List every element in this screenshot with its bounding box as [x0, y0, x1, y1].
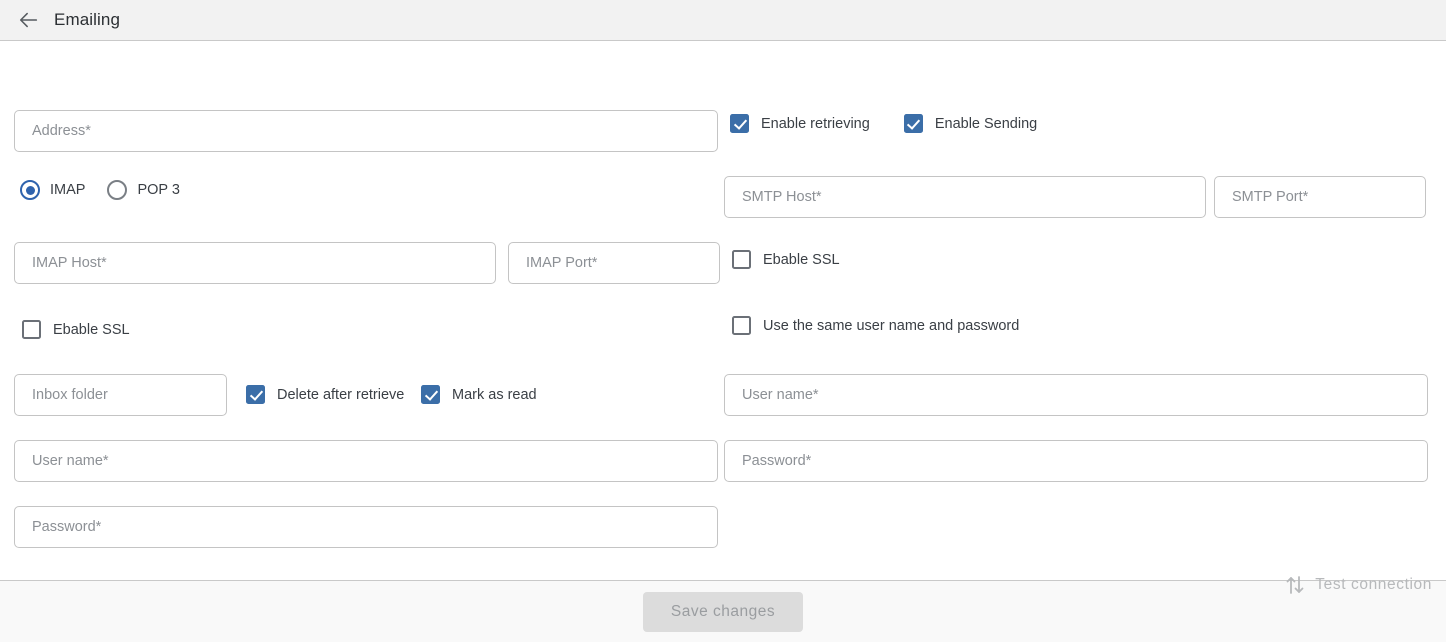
use-same-credentials-label: Use the same user name and password — [763, 317, 1020, 334]
save-changes-button[interactable]: Save changes — [642, 591, 804, 632]
enable-toggles-group: Enable retrieving Enable Sending — [730, 114, 1037, 133]
mark-as-read-box[interactable] — [421, 385, 440, 404]
smtp-password-input[interactable] — [724, 440, 1428, 482]
imap-user-name-input[interactable] — [14, 440, 718, 482]
imap-host-input[interactable] — [14, 242, 496, 284]
use-same-credentials-checkbox[interactable]: Use the same user name and password — [732, 316, 1019, 335]
radio-pop3-indicator[interactable] — [107, 180, 128, 200]
radio-imap[interactable]: IMAP — [20, 180, 85, 200]
enable-retrieving-box[interactable] — [730, 114, 749, 133]
enable-retrieving-label: Enable retrieving — [761, 115, 870, 132]
inbox-folder-input[interactable] — [14, 374, 227, 416]
page-header: Emailing — [0, 0, 1446, 41]
delete-after-retrieve-box[interactable] — [246, 385, 265, 404]
delete-after-retrieve-checkbox[interactable]: Delete after retrieve — [246, 385, 404, 404]
delete-after-retrieve-label: Delete after retrieve — [277, 386, 405, 403]
enable-sending-label: Enable Sending — [934, 115, 1038, 132]
enable-sending-checkbox[interactable]: Enable Sending — [903, 114, 1038, 133]
test-connection-label: Test connection — [1315, 576, 1432, 593]
form-footer: Save changes — [0, 580, 1446, 642]
use-same-credentials-box[interactable] — [732, 316, 751, 335]
radio-pop3[interactable]: POP 3 — [107, 180, 180, 200]
smtp-enable-ssl-checkbox[interactable]: Ebable SSL — [732, 250, 840, 269]
radio-imap-label: IMAP — [50, 182, 86, 198]
imap-port-input[interactable] — [508, 242, 720, 284]
radio-pop3-label: POP 3 — [137, 182, 180, 198]
imap-enable-ssl-box[interactable] — [22, 320, 41, 339]
smtp-host-input[interactable] — [724, 176, 1206, 218]
mark-as-read-label: Mark as read — [452, 386, 537, 403]
imap-password-input[interactable] — [14, 506, 718, 548]
enable-retrieving-checkbox[interactable]: Enable retrieving — [730, 114, 870, 133]
back-arrow-icon[interactable] — [18, 9, 40, 31]
mark-as-read-checkbox[interactable]: Mark as read — [421, 385, 537, 404]
test-connection-button[interactable]: Test connection — [1286, 575, 1432, 595]
radio-imap-indicator[interactable] — [20, 180, 40, 200]
imap-enable-ssl-checkbox[interactable]: Ebable SSL — [22, 320, 130, 339]
smtp-user-name-input[interactable] — [724, 374, 1428, 416]
smtp-enable-ssl-box[interactable] — [732, 250, 751, 269]
enable-sending-box[interactable] — [903, 114, 923, 133]
page-title: Emailing — [54, 10, 120, 29]
smtp-enable-ssl-label: Ebable SSL — [763, 251, 840, 268]
emailing-form: IMAP POP 3 Ebable SSL Delete after retri… — [0, 41, 1446, 594]
protocol-radio-group: IMAP POP 3 — [20, 180, 180, 200]
smtp-port-input[interactable] — [1214, 176, 1426, 218]
imap-enable-ssl-label: Ebable SSL — [53, 321, 130, 338]
address-input[interactable] — [14, 110, 718, 152]
transfer-arrows-icon — [1286, 575, 1304, 595]
